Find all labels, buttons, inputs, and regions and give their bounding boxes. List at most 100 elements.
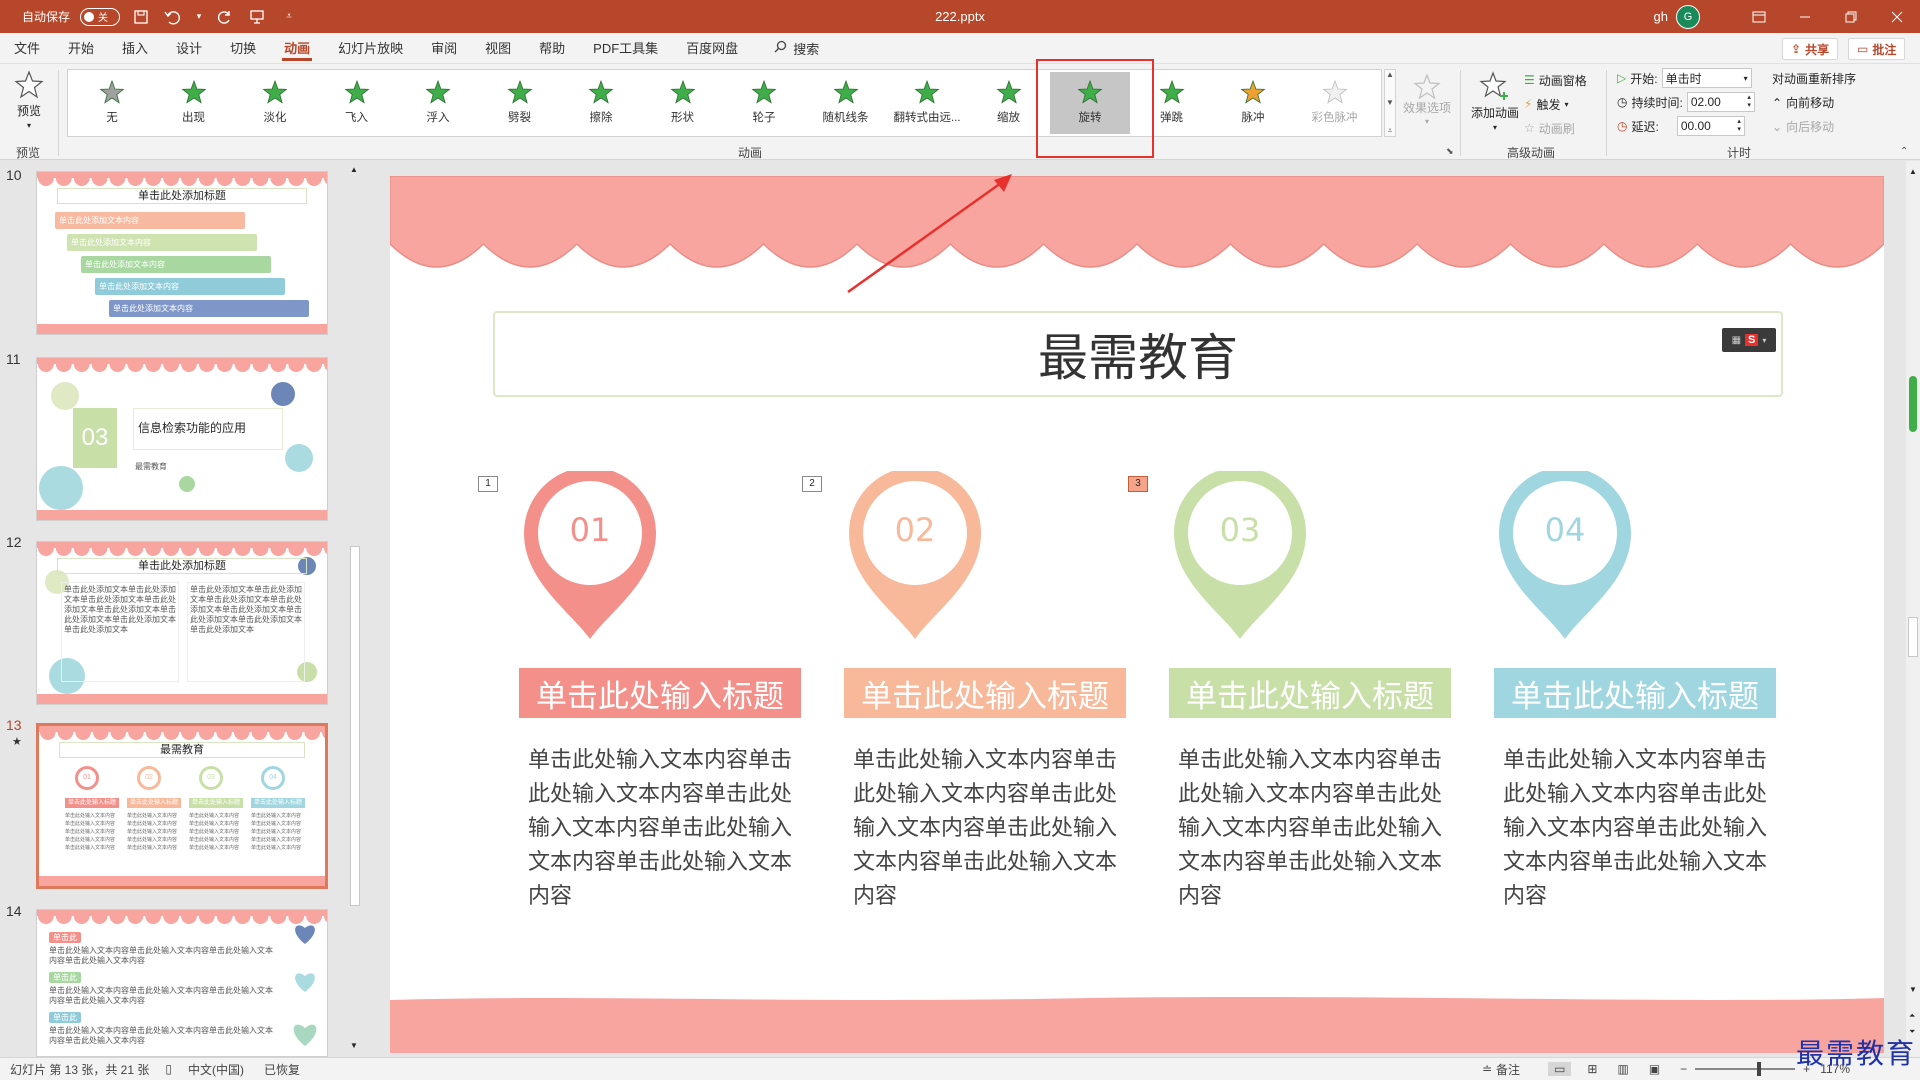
collapse-ribbon-icon[interactable]: ⌃ [1900, 146, 1908, 157]
redo-icon[interactable] [214, 6, 236, 28]
tab-7[interactable]: 审阅 [417, 33, 471, 64]
tab-6[interactable]: 幻灯片放映 [324, 33, 417, 64]
location-pin-icon[interactable]: 01 [520, 467, 660, 646]
autosave-toggle[interactable]: 关 [80, 7, 121, 26]
scroll-up-icon[interactable]: ▲ [1909, 167, 1917, 176]
tab-5[interactable]: 动画 [270, 33, 324, 64]
animation-option-1[interactable]: 出现 [154, 72, 234, 134]
animation-painter-button[interactable]: ☆ 动画刷 [1524, 118, 1575, 138]
tab-4[interactable]: 切换 [216, 33, 270, 64]
notes-button[interactable]: ≐ 备注 [1482, 1061, 1520, 1078]
scroll-thumb[interactable] [350, 546, 360, 906]
zoom-out-icon[interactable]: − [1680, 1062, 1687, 1076]
slideshow-view-icon[interactable]: ▣ [1649, 1062, 1660, 1076]
card-text[interactable]: 单击此处输入文本内容单击此处输入文本内容单击此处输入文本内容单击此处输入文本内容… [1178, 744, 1448, 914]
gallery-more-icon[interactable]: ⩡ [1388, 126, 1393, 136]
animation-option-9[interactable]: 随机线条 [806, 72, 886, 134]
animation-option-2[interactable]: 淡化 [235, 72, 315, 134]
gallery-down-icon[interactable]: ▼ [1386, 98, 1394, 107]
slide-title[interactable]: 最需教育 [493, 311, 1783, 397]
undo-icon[interactable] [162, 6, 184, 28]
card-text[interactable]: 单击此处输入文本内容单击此处输入文本内容单击此处输入文本内容单击此处输入文本内容… [528, 744, 798, 914]
animation-option-3[interactable]: 飞入 [317, 72, 397, 134]
animation-option-10[interactable]: 翻转式由远... [887, 72, 967, 134]
zoom-slider-indicator[interactable] [1909, 376, 1917, 432]
duration-input[interactable]: 02.00 ▴ ▾ [1686, 92, 1755, 112]
canvas-scrollbar[interactable]: ▲ ▼ ⏶ ⏷ [1906, 161, 1920, 1057]
ribbon-display-icon[interactable] [1736, 0, 1782, 33]
scroll-down-icon[interactable]: ▼ [350, 1041, 358, 1050]
zoom-slider[interactable] [1695, 1062, 1796, 1076]
animation-order-tag[interactable]: 1 [478, 476, 498, 492]
comment-button[interactable]: ▭ 批注 [1848, 38, 1906, 60]
slide-thumb-14[interactable]: 单击此处 单击此处输入文本内容单击此处输入文本内容单击此处输入文本内容单击此处输… [36, 909, 328, 1057]
restore-icon[interactable] [1828, 0, 1874, 33]
minimize-icon[interactable] [1782, 0, 1828, 33]
gallery-up-icon[interactable]: ▲ [1386, 70, 1394, 79]
close-icon[interactable] [1874, 0, 1920, 33]
sogou-input-toolbar[interactable]: ▦ S ▾ [1722, 328, 1776, 352]
tab-8[interactable]: 视图 [471, 33, 525, 64]
animation-option-6[interactable]: 擦除 [561, 72, 641, 134]
slide[interactable]: 最需教育 1 2 3 01 单击此处输入标题 单击此处输入文本内容单击此处输入文本内容单击… [390, 176, 1884, 1053]
animation-order-tag[interactable]: 3 [1128, 476, 1148, 492]
move-earlier-button[interactable]: ⌃ 向前移动 [1772, 94, 1834, 111]
undo-dropdown-icon[interactable]: ▾ [194, 6, 204, 28]
tab-0[interactable]: 文件 [0, 33, 54, 64]
animation-pane-button[interactable]: ☰ 动画窗格 [1524, 70, 1587, 90]
card-text[interactable]: 单击此处输入文本内容单击此处输入文本内容单击此处输入文本内容单击此处输入文本内容… [853, 744, 1123, 914]
animation-option-5[interactable]: 劈裂 [480, 72, 560, 134]
location-pin-icon[interactable]: 04 [1495, 467, 1635, 646]
animation-option-7[interactable]: 形状 [643, 72, 723, 134]
tab-11[interactable]: 百度网盘 [672, 33, 752, 64]
card-title[interactable]: 单击此处输入标题 [1494, 668, 1776, 718]
duration-spinner-icon[interactable]: ▴ ▾ [1747, 94, 1751, 110]
animation-option-8[interactable]: 轮子 [724, 72, 804, 134]
slide-sorter-icon[interactable]: ⊞ [1587, 1062, 1597, 1076]
delay-input[interactable]: 00.00 ▴ ▾ [1676, 116, 1745, 136]
customize-toolbar-icon[interactable]: ⩡ [278, 6, 300, 28]
zoom-slider-thumb[interactable] [1757, 1062, 1762, 1076]
prev-slide-icon[interactable]: ⏶ [1909, 1011, 1915, 1021]
location-pin-icon[interactable]: 03 [1170, 467, 1310, 646]
save-icon[interactable] [130, 6, 152, 28]
dialog-launcher-icon[interactable]: ⬊ [1446, 146, 1454, 157]
start-select[interactable]: 单击时 ▾ [1661, 68, 1752, 88]
trigger-button[interactable]: ⚡ 触发 ▾ [1524, 94, 1568, 114]
slide-thumb-11[interactable]: 03 信息检索功能的应用 最需教育 [36, 357, 328, 521]
tab-1[interactable]: 开始 [54, 33, 108, 64]
normal-view-icon[interactable]: ▭ [1548, 1062, 1572, 1076]
language-indicator[interactable]: 中文(中国) [188, 1061, 244, 1078]
slide-thumb-12[interactable]: 单击此处添加标题 单击此处添加文本单击此处添加文本单击此处添加文本单击此处添加文… [36, 541, 328, 705]
thumbnail-scrollbar[interactable]: ▲ ▼ [348, 161, 362, 1057]
animation-option-0[interactable]: 无 [72, 72, 152, 134]
tab-10[interactable]: PDF工具集 [579, 33, 672, 64]
animation-option-4[interactable]: 浮入 [398, 72, 478, 134]
reading-view-icon[interactable]: ▥ [1617, 1062, 1628, 1076]
share-button[interactable]: ⇪ 共享 [1782, 38, 1839, 60]
gallery-scroll[interactable]: ▲ ▼ ⩡ [1384, 69, 1396, 137]
card-title[interactable]: 单击此处输入标题 [844, 668, 1126, 718]
animation-option-15[interactable]: 彩色脉冲 [1295, 72, 1375, 134]
effect-options-button[interactable]: 效果选项 ▾ [1398, 72, 1456, 138]
start-slideshow-icon[interactable] [246, 6, 268, 28]
location-pin-icon[interactable]: 02 [845, 467, 985, 646]
tab-3[interactable]: 设计 [162, 33, 216, 64]
animation-option-14[interactable]: 脉冲 [1213, 72, 1293, 134]
tab-9[interactable]: 帮助 [525, 33, 579, 64]
scroll-up-icon[interactable]: ▲ [350, 165, 358, 174]
avatar[interactable]: G [1676, 4, 1700, 29]
preview-button[interactable]: 预览 ▾ [8, 70, 50, 138]
slide-thumb-13[interactable]: 最需教育 01 单击此处输入标题 单击此处输入文本内容单击此处输入文本内容单击此处输… [36, 723, 328, 889]
tab-2[interactable]: 插入 [108, 33, 162, 64]
slide-thumb-10[interactable]: 单击此处添加标题 单击此处添加文本内容 单击此处添加文本内容 单击此处添加文本内… [36, 171, 328, 335]
animation-order-tag[interactable]: 2 [802, 476, 822, 492]
delay-spinner-icon[interactable]: ▴ ▾ [1737, 118, 1741, 134]
scroll-down-icon[interactable]: ▼ [1909, 985, 1917, 994]
card-text[interactable]: 单击此处输入文本内容单击此处输入文本内容单击此处输入文本内容单击此处输入文本内容… [1503, 744, 1773, 914]
card-title[interactable]: 单击此处输入标题 [1169, 668, 1451, 718]
card-title[interactable]: 单击此处输入标题 [519, 668, 801, 718]
spelling-icon[interactable]: ▯ [165, 1062, 172, 1076]
scroll-thumb[interactable] [1908, 617, 1918, 657]
add-animation-button[interactable]: 添加动画 ▾ [1466, 70, 1524, 138]
